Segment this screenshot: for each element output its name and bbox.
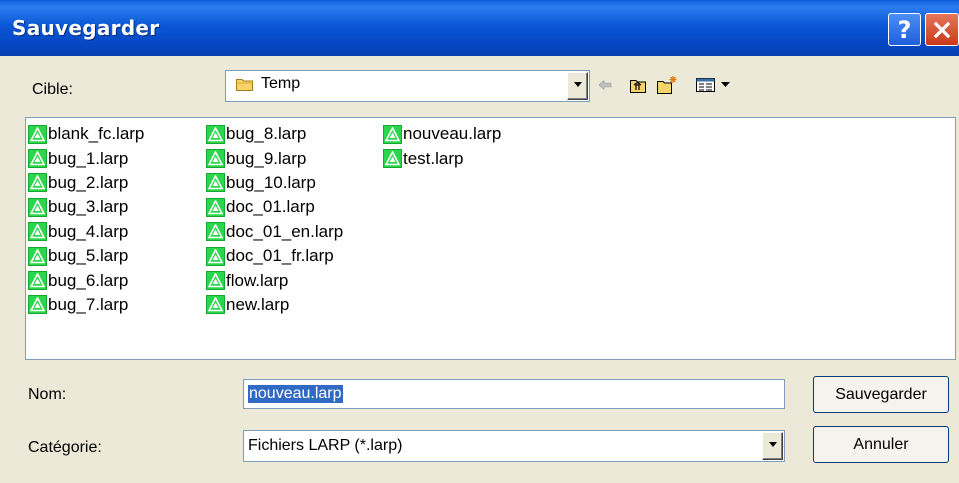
larp-file-icon — [28, 222, 47, 242]
file-item[interactable]: bug_2.larp — [28, 171, 144, 195]
file-item[interactable]: doc_01.larp — [206, 195, 343, 219]
filename-value: nouveau.larp — [248, 385, 343, 403]
larp-file-icon — [206, 173, 225, 193]
file-name: bug_9.larp — [226, 148, 307, 168]
filename-input[interactable]: nouveau.larp — [243, 379, 785, 409]
view-menu-icon — [696, 78, 730, 92]
larp-file-icon — [383, 149, 402, 169]
larp-file-icon — [206, 222, 225, 242]
larp-file-icon — [206, 271, 225, 291]
larp-file-icon — [28, 124, 47, 144]
file-item[interactable]: bug_7.larp — [28, 293, 144, 317]
file-item[interactable]: doc_01_fr.larp — [206, 244, 343, 268]
close-button[interactable] — [925, 13, 959, 46]
larp-file-icon — [206, 197, 225, 217]
file-name: new.larp — [226, 294, 290, 314]
save-button[interactable]: Sauvegarder — [813, 376, 949, 413]
help-icon: ? — [897, 15, 912, 44]
larp-file-icon — [206, 149, 225, 169]
file-name: test.larp — [403, 148, 464, 168]
category-value: Fichiers LARP (*.larp) — [248, 437, 403, 454]
location-dropdown-button[interactable] — [567, 72, 588, 100]
file-column-1: blank_fc.larp bug_1.larp bug_2.larp bug_… — [28, 122, 144, 317]
larp-file-icon — [28, 173, 47, 193]
file-list[interactable]: blank_fc.larp bug_1.larp bug_2.larp bug_… — [25, 117, 956, 360]
view-menu-button[interactable] — [696, 76, 732, 94]
up-folder-button[interactable] — [629, 76, 647, 94]
window-title: Sauvegarder — [12, 16, 160, 40]
file-item[interactable]: bug_3.larp — [28, 195, 144, 219]
larp-file-icon — [28, 149, 47, 169]
category-combo[interactable]: Fichiers LARP (*.larp) — [243, 430, 785, 462]
back-button[interactable] — [597, 76, 613, 94]
file-name: doc_01.larp — [226, 197, 315, 217]
help-button[interactable]: ? — [888, 13, 921, 46]
file-item[interactable]: new.larp — [206, 293, 343, 317]
close-icon — [933, 21, 951, 38]
back-arrow-icon — [598, 79, 612, 91]
file-name: bug_10.larp — [226, 172, 316, 192]
file-name: bug_5.larp — [48, 246, 129, 266]
location-combo[interactable]: Temp — [225, 70, 590, 102]
file-name: bug_2.larp — [48, 172, 129, 192]
file-item[interactable]: bug_6.larp — [28, 268, 144, 292]
file-name: blank_fc.larp — [48, 124, 145, 144]
location-label: Cible: — [32, 81, 73, 98]
new-folder-icon — [656, 76, 676, 94]
larp-file-icon — [206, 295, 225, 315]
file-name: bug_7.larp — [48, 294, 129, 314]
file-name: bug_8.larp — [226, 124, 307, 144]
file-name: doc_01_fr.larp — [226, 246, 334, 266]
larp-file-icon — [28, 271, 47, 291]
up-folder-icon — [629, 80, 646, 93]
file-name: bug_6.larp — [48, 270, 129, 290]
file-item[interactable]: bug_10.larp — [206, 171, 343, 195]
larp-file-icon — [383, 124, 402, 144]
file-item[interactable]: test.larp — [383, 146, 501, 170]
file-item[interactable]: bug_1.larp — [28, 146, 144, 170]
larp-file-icon — [28, 197, 47, 217]
file-name: bug_3.larp — [48, 197, 129, 217]
larp-file-icon — [28, 246, 47, 266]
file-item[interactable]: bug_8.larp — [206, 122, 343, 146]
folder-icon — [236, 79, 253, 91]
category-label: Catégorie: — [28, 439, 102, 456]
cancel-button[interactable]: Annuler — [813, 426, 949, 463]
file-item[interactable]: bug_4.larp — [28, 220, 144, 244]
file-item[interactable]: blank_fc.larp — [28, 122, 144, 146]
file-item[interactable]: bug_9.larp — [206, 146, 343, 170]
new-folder-button[interactable] — [656, 76, 678, 94]
file-item[interactable]: flow.larp — [206, 268, 343, 292]
larp-file-icon — [206, 124, 225, 144]
location-value: Temp — [261, 75, 301, 92]
file-column-2: bug_8.larp bug_9.larp bug_10.larp doc_01… — [206, 122, 343, 317]
file-name: nouveau.larp — [403, 124, 502, 144]
file-name: bug_1.larp — [48, 148, 129, 168]
file-name: doc_01_en.larp — [226, 221, 344, 241]
name-label: Nom: — [28, 386, 67, 403]
file-item[interactable]: nouveau.larp — [383, 122, 501, 146]
category-dropdown-button[interactable] — [762, 432, 783, 460]
title-bar[interactable]: Sauvegarder ? — [0, 0, 959, 56]
file-name: bug_4.larp — [48, 221, 129, 241]
file-name: flow.larp — [226, 270, 289, 290]
larp-file-icon — [206, 246, 225, 266]
larp-file-icon — [28, 295, 47, 315]
file-column-3: nouveau.larp test.larp — [383, 122, 501, 171]
file-item[interactable]: bug_5.larp — [28, 244, 144, 268]
file-item[interactable]: doc_01_en.larp — [206, 220, 343, 244]
